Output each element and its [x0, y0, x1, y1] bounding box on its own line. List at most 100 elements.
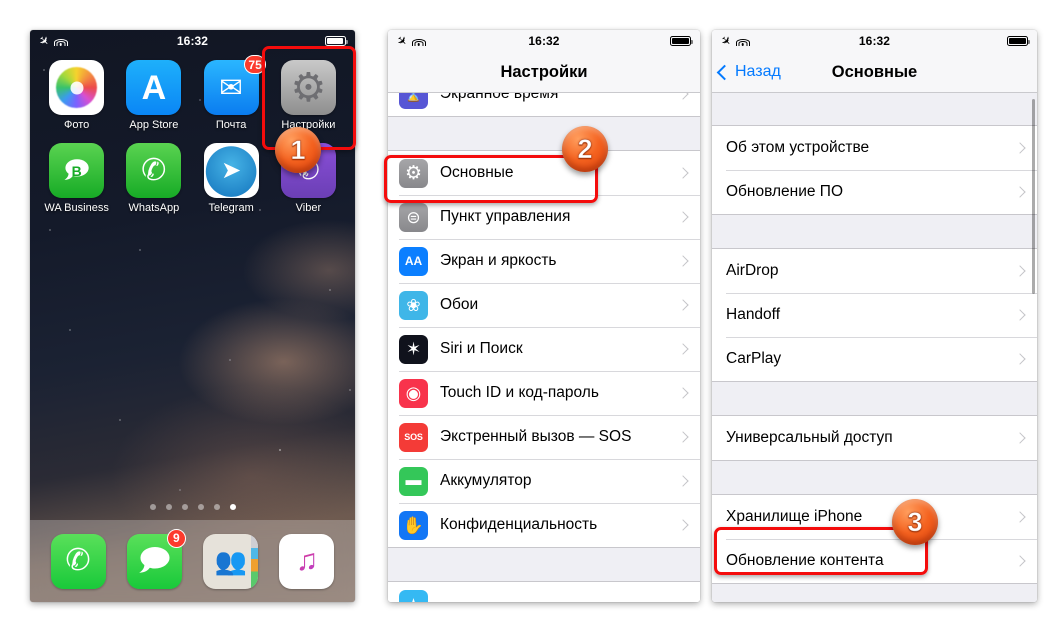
app-label: WA Business: [44, 202, 109, 214]
settings-row-screen-time[interactable]: ⌛ Экранное время: [388, 93, 700, 116]
chevron-right-icon: [677, 211, 689, 223]
settings-row-emergency-sos[interactable]: SOS Экстренный вызов — SOS: [388, 415, 700, 459]
status-time: 16:32: [858, 34, 891, 48]
dock-item-phone[interactable]: ✆: [50, 533, 106, 589]
app-photos[interactable]: Фото: [38, 60, 115, 131]
chevron-right-icon: [1014, 265, 1026, 277]
chevron-right-icon: [677, 431, 689, 443]
row-label: Обои: [440, 296, 479, 313]
chevron-right-icon: [677, 475, 689, 487]
app-label: App Store: [129, 119, 179, 131]
back-button[interactable]: Назад: [716, 63, 781, 81]
screenshot-stage: ✈ 16:32 Фото A App Store ✉ 75 Почта ⚙ На…: [0, 0, 1064, 632]
settings-row-battery[interactable]: ▬ Аккумулятор: [388, 459, 700, 503]
photos-icon: [49, 60, 105, 115]
general-navbar: Назад Основные: [712, 52, 1037, 93]
row-label: Touch ID и код-пароль: [440, 384, 599, 401]
screen-time-icon: ⌛: [399, 93, 428, 109]
chevron-right-icon: [677, 519, 689, 531]
general-row-iphone-storage[interactable]: Хранилище iPhone: [712, 495, 1037, 539]
settings-group-2: ★: [388, 581, 700, 602]
battery-icon: [1007, 36, 1030, 46]
settings-row-partial[interactable]: ★: [388, 582, 700, 602]
group-separator: [712, 584, 1037, 602]
row-label: AirDrop: [726, 262, 779, 279]
settings-row-touch-id[interactable]: ◉ Touch ID и код-пароль: [388, 371, 700, 415]
chevron-right-icon: [677, 167, 689, 179]
settings-row-display-brightness[interactable]: AA Экран и яркость: [388, 239, 700, 283]
group-separator: [712, 215, 1037, 248]
row-label: Экран и яркость: [440, 252, 557, 269]
row-label: Конфиденциальность: [440, 516, 598, 533]
app-whatsapp[interactable]: ✆ WhatsApp: [115, 143, 192, 214]
general-row-accessibility[interactable]: Универсальный доступ: [712, 416, 1037, 460]
siri-icon: ✶: [399, 334, 428, 364]
itunes-store-icon: ★: [399, 589, 428, 602]
chevron-right-icon: [677, 299, 689, 311]
touch-id-icon: ◉: [399, 378, 428, 408]
iphone-home-screen: ✈ 16:32 Фото A App Store ✉ 75 Почта ⚙ На…: [30, 30, 355, 602]
settings-navbar: Настройки: [388, 52, 700, 93]
general-row-handoff[interactable]: Handoff: [712, 293, 1037, 337]
home-status-bar: ✈ 16:32: [30, 30, 355, 52]
vertical-scrollbar[interactable]: [1032, 99, 1035, 294]
chevron-right-icon: [1014, 353, 1026, 365]
settings-row-privacy[interactable]: ✋ Конфиденциальность: [388, 503, 700, 547]
whatsapp-business-icon: 🗩 B: [49, 143, 105, 198]
back-button-label: Назад: [735, 63, 781, 80]
contacts-icon: 👥: [203, 533, 259, 589]
app-wa-business[interactable]: 🗩 B WA Business: [38, 143, 115, 214]
row-label: Handoff: [726, 306, 781, 323]
dock-item-music[interactable]: ♫: [279, 533, 335, 589]
chevron-right-icon: [1014, 555, 1026, 567]
app-mail[interactable]: ✉ 75 Почта: [193, 55, 270, 131]
settings-row-control-center[interactable]: ⊜ Пункт управления: [388, 195, 700, 239]
general-list[interactable]: Об этом устройстве Обновление ПО AirDrop…: [712, 93, 1037, 602]
general-row-about[interactable]: Об этом устройстве: [712, 126, 1037, 170]
settings-list[interactable]: ⌛ Экранное время ⚙ Основные ⊜ Пункт упра…: [388, 93, 700, 602]
status-time: 16:32: [176, 34, 209, 48]
page-title: Основные: [831, 62, 918, 81]
battery-icon: [670, 36, 693, 46]
chevron-right-icon: [1014, 186, 1026, 198]
general-group-1: AirDrop Handoff CarPlay: [712, 248, 1037, 382]
settings-row-wallpaper[interactable]: ❀ Обои: [388, 283, 700, 327]
wallpaper-icon: ❀: [399, 290, 428, 320]
general-row-background-refresh[interactable]: Обновление контента: [712, 539, 1037, 583]
general-row-airdrop[interactable]: AirDrop: [712, 249, 1037, 293]
dock-item-contacts[interactable]: 👥: [203, 533, 259, 589]
chevron-right-icon: [677, 387, 689, 399]
app-settings[interactable]: ⚙ Настройки: [270, 60, 347, 131]
general-row-software-update[interactable]: Обновление ПО: [712, 170, 1037, 214]
messages-badge: 9: [166, 528, 186, 548]
iphone-settings-screen: ✈ 16:32 Настройки ⌛ Экранное время ⚙ Осн…: [388, 30, 700, 602]
row-label: Хранилище iPhone: [726, 508, 863, 525]
row-label: Пункт управления: [440, 208, 571, 225]
app-label: Viber: [295, 202, 322, 214]
settings-icon: ⚙: [280, 60, 336, 115]
home-dock: ✆ 🗩 9 👥 ♫: [30, 520, 355, 602]
settings-row-siri-search[interactable]: ✶ Siri и Поиск: [388, 327, 700, 371]
music-icon: ♫: [279, 533, 335, 589]
iphone-general-screen: ✈ 16:32 Назад Основные Об этом устройств…: [712, 30, 1037, 602]
telegram-icon: ➤: [203, 143, 259, 198]
app-app-store[interactable]: A App Store: [115, 60, 192, 131]
app-telegram[interactable]: ➤ Telegram: [193, 143, 270, 214]
app-label: WhatsApp: [128, 202, 180, 214]
chevron-right-icon: [677, 93, 689, 100]
control-center-icon: ⊜: [399, 202, 428, 232]
chevron-right-icon: [677, 255, 689, 267]
row-label: Экстренный вызов — SOS: [440, 428, 632, 445]
general-gear-icon: ⚙: [399, 158, 428, 188]
app-label: Фото: [63, 119, 90, 131]
dock-item-messages[interactable]: 🗩 9: [126, 528, 186, 589]
row-label: Аккумулятор: [440, 472, 532, 489]
settings-row-general[interactable]: ⚙ Основные: [388, 151, 700, 195]
app-label: Telegram: [208, 202, 254, 214]
emergency-sos-icon: SOS: [399, 422, 428, 452]
group-separator: [712, 461, 1037, 494]
step-bubble-2: 2: [562, 126, 608, 172]
general-row-carplay[interactable]: CarPlay: [712, 337, 1037, 381]
chevron-right-icon: [1014, 432, 1026, 444]
group-separator: [388, 548, 700, 581]
